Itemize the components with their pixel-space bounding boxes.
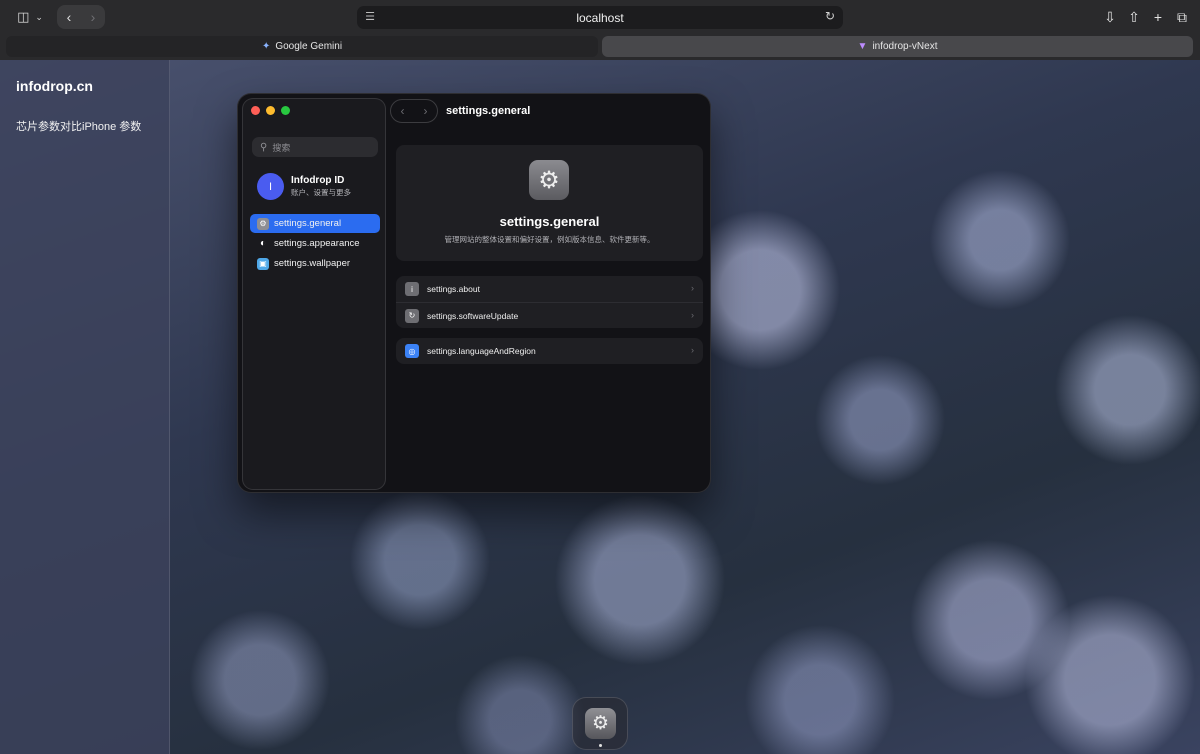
account-name: Infodrop ID — [291, 175, 345, 186]
back-button[interactable]: ‹ — [57, 9, 81, 25]
row-label: settings.softwareUpdate — [427, 310, 519, 321]
left-panel: infodrop.cn 芯片参数对比iPhone 参数 — [0, 60, 170, 754]
row-about[interactable]: i settings.about › — [396, 276, 703, 302]
address-text: localhost — [576, 10, 624, 25]
settings-back-button[interactable]: ‹ — [391, 104, 414, 118]
sidebar-item-general[interactable]: ⚙ settings.general — [250, 214, 380, 233]
row-language-region[interactable]: ◎ settings.languageAndRegion › — [396, 338, 703, 364]
history-nav: ‹ › — [57, 5, 105, 29]
site-settings-icon[interactable]: ☰ — [363, 10, 377, 24]
row-software-update[interactable]: ↻ settings.softwareUpdate › — [396, 302, 703, 328]
settings-nav: ‹ › — [390, 99, 438, 123]
side-link[interactable]: 芯片参数对比iPhone 参数 — [16, 118, 141, 134]
settings-window: ⚲ 搜索 I Infodrop ID 账户、设置与更多 ⚙ settings.g… — [237, 93, 711, 493]
update-icon: ↻ — [405, 308, 419, 323]
tab-overview-icon[interactable]: ⧉ — [1174, 6, 1190, 28]
sidebar-item-label: settings.appearance — [274, 238, 360, 249]
half-circle-icon: ◐ — [257, 237, 269, 250]
settings-sidebar: ⚲ 搜索 I Infodrop ID 账户、设置与更多 ⚙ settings.g… — [242, 98, 386, 490]
settings-group-about: i settings.about › ↻ settings.softwareUp… — [396, 276, 703, 328]
sidebar-item-appearance[interactable]: ◐ settings.appearance — [250, 234, 380, 253]
traffic-lights — [251, 106, 290, 115]
browser-toolbar: ◫ ⌄ ‹ › ☰ localhost ↻ ⇩ ⇧ + ⧉ — [0, 0, 1200, 34]
sidebar-icon: ◫ — [17, 9, 30, 24]
site-brand[interactable]: infodrop.cn — [16, 78, 93, 94]
settings-header-title: settings.general — [446, 105, 531, 117]
chevron-right-icon: › — [691, 283, 694, 293]
info-icon: i — [405, 282, 419, 296]
zoom-window-button[interactable] — [281, 106, 290, 115]
dock: ⚙ — [572, 697, 628, 750]
tab-infodrop-vnext[interactable]: ▼ infodrop-vNext — [602, 36, 1193, 57]
tab-google-gemini[interactable]: ✦ Google Gemini — [6, 36, 598, 57]
sidebar-item-wallpaper[interactable]: ▣ settings.wallpaper — [250, 254, 380, 273]
tab-label: Google Gemini — [275, 41, 343, 52]
page-content: infodrop.cn 芯片参数对比iPhone 参数 ⚲ 搜索 I Infod… — [0, 60, 1200, 754]
chevron-right-icon: › — [691, 345, 694, 355]
tab-bar: ✦ Google Gemini ▼ infodrop-vNext — [0, 34, 1200, 60]
new-tab-icon[interactable]: + — [1150, 6, 1166, 28]
chevron-down-icon: ⌄ — [35, 11, 43, 22]
gemini-sparkle-icon: ✦ — [261, 41, 271, 52]
gear-icon: ⚙ — [529, 160, 569, 200]
hero-description: 管理网站的整体设置和偏好设置，例如版本信息、软件更新等。 — [444, 235, 655, 244]
gear-icon: ⚙ — [257, 217, 269, 230]
search-icon: ⚲ — [260, 141, 268, 153]
settings-forward-button[interactable]: › — [414, 104, 437, 118]
settings-group-language: ◎ settings.languageAndRegion › — [396, 338, 703, 364]
hero-title: settings.general — [499, 214, 600, 229]
settings-app-icon[interactable]: ⚙ — [585, 708, 616, 739]
account-subtitle: 账户、设置与更多 — [291, 188, 351, 197]
search-placeholder: 搜索 — [272, 142, 291, 153]
download-icon[interactable]: ⇩ — [1102, 6, 1118, 28]
general-hero-card: ⚙ settings.general 管理网站的整体设置和偏好设置，例如版本信息… — [396, 145, 703, 261]
avatar: I — [257, 173, 284, 200]
row-label: settings.about — [427, 284, 480, 294]
forward-button[interactable]: › — [81, 9, 105, 25]
settings-header: ‹ › settings.general — [390, 98, 530, 124]
settings-search-input[interactable]: ⚲ 搜索 — [252, 137, 378, 157]
share-icon[interactable]: ⇧ — [1126, 6, 1142, 28]
tab-label: infodrop-vNext — [872, 41, 938, 52]
row-label: settings.languageAndRegion — [427, 346, 536, 356]
running-indicator — [599, 744, 602, 747]
reload-icon[interactable]: ↻ — [823, 9, 837, 25]
sidebar-item-label: settings.general — [274, 218, 342, 229]
close-window-button[interactable] — [251, 106, 260, 115]
address-bar[interactable]: ☰ localhost ↻ — [357, 6, 843, 29]
globe-icon: ◎ — [405, 344, 419, 358]
minimize-window-button[interactable] — [266, 106, 275, 115]
sidebar-toggle-button[interactable]: ◫ ⌄ — [8, 5, 52, 29]
sidebar-item-label: settings.wallpaper — [274, 258, 351, 269]
chevron-right-icon: › — [691, 310, 694, 320]
vite-logo-icon: ▼ — [857, 41, 868, 52]
account-item[interactable]: I Infodrop ID 账户、设置与更多 — [257, 173, 351, 200]
right-toolbar: ⇩ ⇧ + ⧉ — [1102, 6, 1190, 28]
wallpaper-icon: ▣ — [257, 257, 269, 270]
